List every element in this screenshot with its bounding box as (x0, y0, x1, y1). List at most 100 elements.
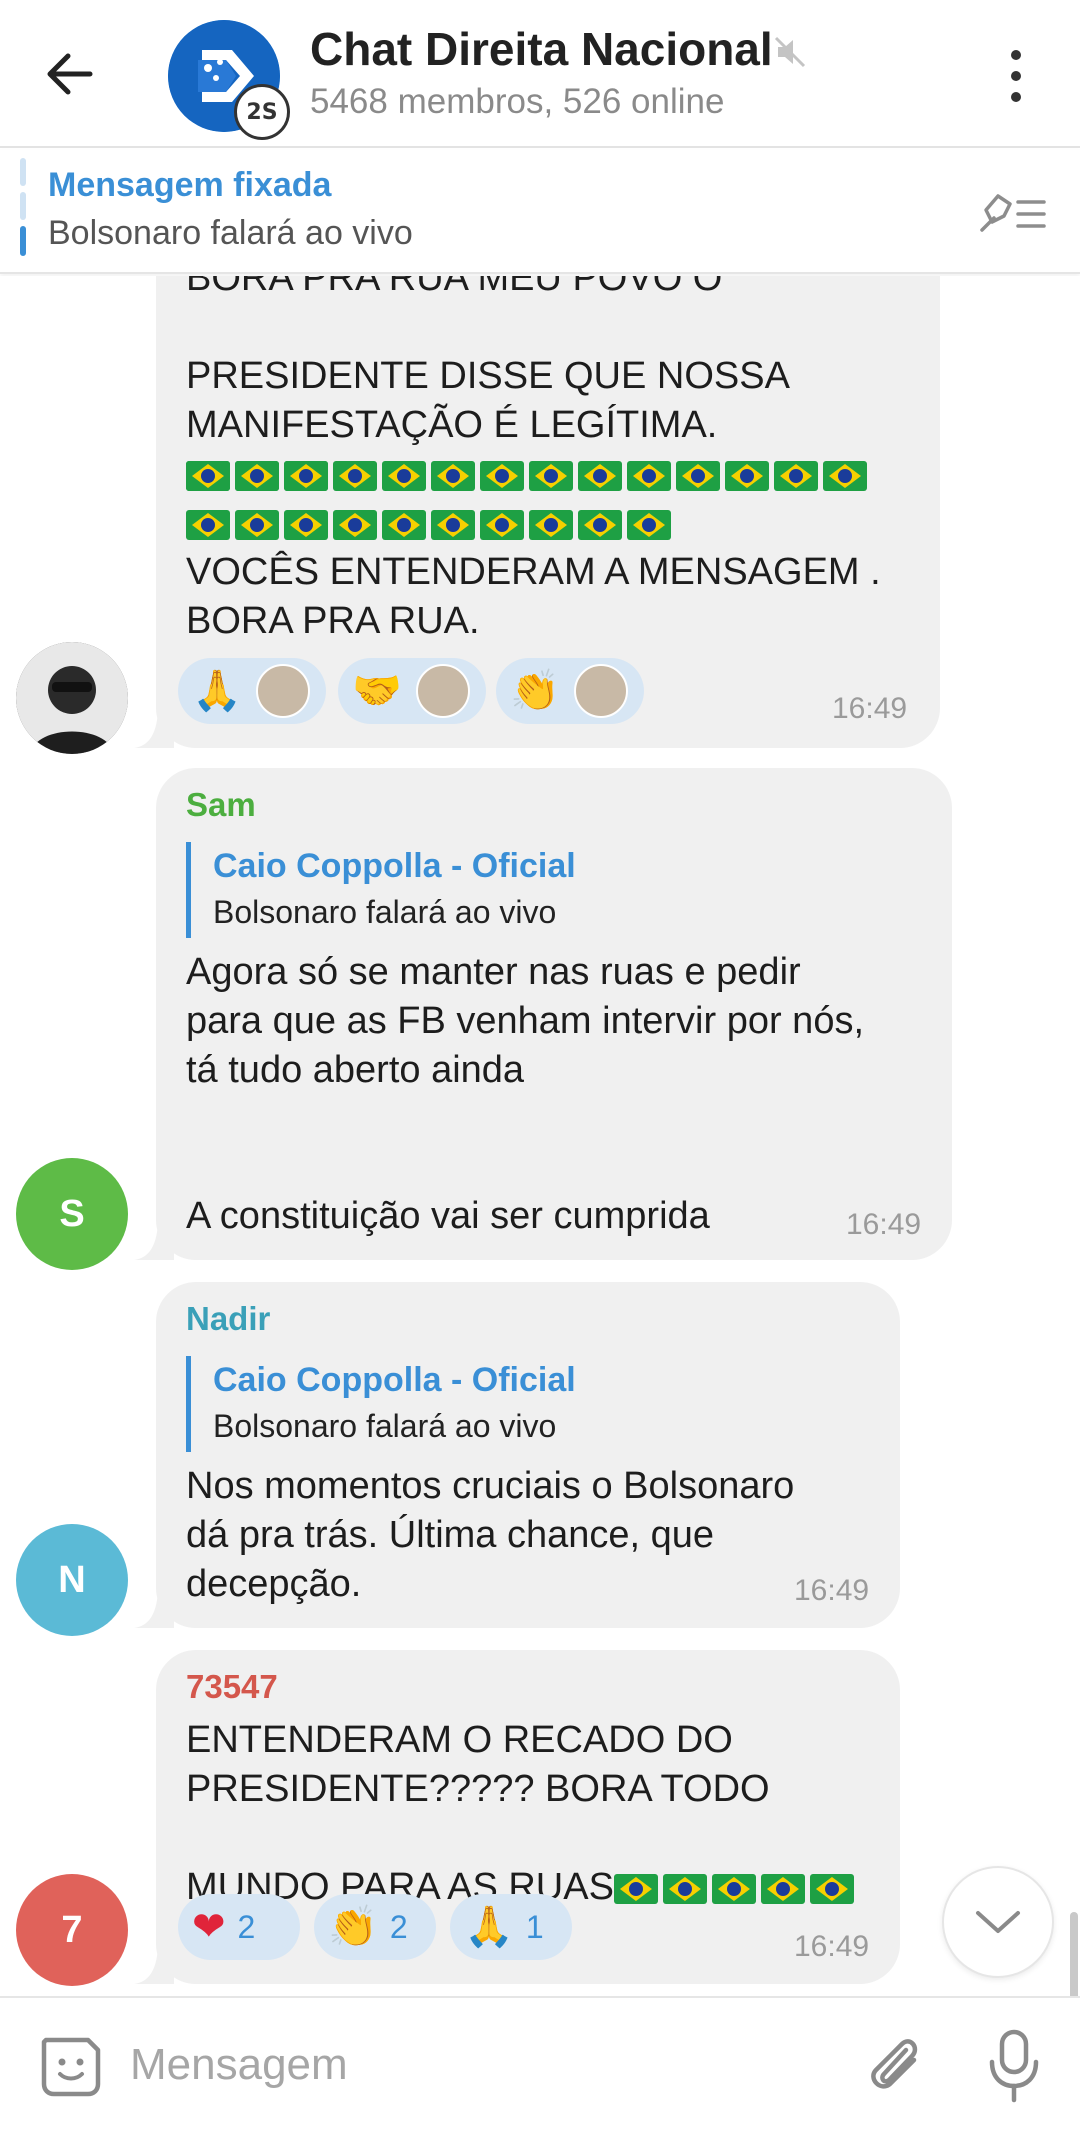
timer-badge: 2S (234, 84, 290, 140)
brazil-flag-icon (613, 1873, 658, 1904)
brazil-flag-icon (711, 1873, 756, 1904)
chat-header: 2S Chat Direita Nacional 5468 membros, 5… (0, 0, 1080, 148)
reaction-clap[interactable]: 👏 2 (314, 1894, 436, 1960)
brazil-flag-icon (774, 460, 818, 491)
dot-icon (1011, 71, 1021, 81)
message-time: 16:49 (846, 1208, 922, 1241)
more-menu-button[interactable] (996, 46, 1036, 106)
reaction-count: 2 (389, 1908, 408, 1945)
pin-list-icon[interactable] (978, 188, 1048, 238)
back-button[interactable] (38, 42, 102, 106)
reaction-handshake[interactable]: 🤝 (338, 658, 486, 724)
microphone-icon[interactable] (984, 2026, 1044, 2106)
brazil-flag-icon (823, 460, 867, 491)
reactor-avatar (415, 664, 470, 718)
handshake-icon: 🤝 (352, 668, 402, 714)
dot-icon (1011, 50, 1021, 60)
brazil-flag-icon (186, 509, 230, 540)
reactor-avatar (573, 664, 628, 718)
brazil-flag-icon (382, 509, 426, 540)
message-text: PRESIDENTE????? BORA TODO (186, 1768, 770, 1810)
reply-author: Caio Coppolla - Oficial (213, 1361, 576, 1399)
message-text: ENTENDERAM O RECADO DO (186, 1719, 733, 1761)
brazil-flag-icon (284, 509, 328, 540)
brazil-flag-icon (760, 1873, 805, 1904)
bubble-tail (134, 1948, 174, 1984)
pinned-title: Mensagem fixada (48, 166, 332, 204)
user-photo-icon (16, 642, 128, 754)
message-text: tá tudo aberto ainda (186, 1049, 525, 1091)
brazil-flag-icon (480, 509, 524, 540)
reaction-heart[interactable]: ❤ 2 (178, 1894, 300, 1960)
brazil-flag-icon (578, 509, 622, 540)
bubble-tail (134, 712, 174, 748)
reply-quote[interactable]: Caio Coppolla - Oficial Bolsonaro falará… (186, 842, 786, 938)
pray-icon: 🙏 (192, 668, 242, 714)
message-time: 16:49 (794, 1930, 870, 1963)
brazil-flag-icon (431, 509, 475, 540)
brazil-flag-icon (662, 1873, 707, 1904)
pinned-text: Bolsonaro falará ao vivo (48, 214, 413, 252)
bubble-tail (134, 1592, 174, 1628)
sender-name[interactable]: 73547 (186, 1668, 278, 1706)
sender-name[interactable]: Sam (186, 786, 256, 824)
chevron-down-icon (976, 1911, 1020, 1933)
clap-icon: 👏 (510, 668, 560, 714)
message-bubble[interactable]: Sam Caio Coppolla - Oficial Bolsonaro fa… (134, 768, 952, 1260)
message-list[interactable]: BORA PRA RUA MEU POVO O PRESIDENTE DISSE… (0, 276, 1080, 1996)
pray-icon: 🙏 (464, 1904, 514, 1950)
message-bubble[interactable]: BORA PRA RUA MEU POVO O PRESIDENTE DISSE… (134, 276, 940, 748)
heart-icon: ❤ (192, 1904, 226, 1950)
reaction-pray[interactable]: 🙏 (178, 658, 326, 724)
clap-icon: 👏 (328, 1904, 378, 1950)
pinned-message-bar[interactable]: Mensagem fixada Bolsonaro falará ao vivo (0, 150, 1080, 274)
user-avatar[interactable] (16, 642, 128, 754)
user-avatar[interactable]: 7 (16, 1874, 128, 1986)
brazil-flag-icon (809, 1873, 854, 1904)
flag-row (186, 450, 676, 548)
sticker-icon[interactable] (36, 2032, 106, 2102)
message-text: VOCÊS ENTENDERAM A MENSAGEM . (186, 551, 881, 593)
scroll-down-button[interactable] (942, 1866, 1054, 1978)
reaction-count: 2 (237, 1908, 256, 1945)
brazil-flag-icon (676, 460, 720, 491)
reactor-avatar (255, 664, 310, 718)
user-avatar[interactable]: N (16, 1524, 128, 1636)
reaction-clap[interactable]: 👏 (496, 658, 644, 724)
message-text: BORA PRA RUA MEU POVO O (186, 276, 723, 299)
message-text: A constituição vai ser cumprida (186, 1195, 710, 1237)
scrollbar-thumb[interactable] (1070, 1912, 1078, 1996)
message-time: 16:49 (832, 692, 908, 725)
brazil-flag-icon (333, 509, 377, 540)
reply-quote[interactable]: Caio Coppolla - Oficial Bolsonaro falará… (186, 1356, 786, 1452)
message-text: Agora só se manter nas ruas e pedir (186, 951, 801, 993)
chat-title[interactable]: Chat Direita Nacional (310, 22, 773, 76)
sender-name[interactable]: Nadir (186, 1300, 270, 1338)
brazil-flag-icon (235, 509, 279, 540)
dot-icon (1011, 92, 1021, 102)
message-input[interactable] (130, 2030, 830, 2100)
brazil-flag-icon (725, 460, 769, 491)
message-bubble[interactable]: Nadir Caio Coppolla - Oficial Bolsonaro … (134, 1282, 900, 1628)
user-avatar[interactable]: S (16, 1158, 128, 1270)
muted-icon (774, 36, 806, 68)
reply-text: Bolsonaro falará ao vivo (213, 1408, 557, 1444)
message-text: para que as FB venham intervir por nós, (186, 1000, 865, 1042)
message-bubble[interactable]: 73547 ENTENDERAM O RECADO DO PRESIDENTE?… (134, 1650, 900, 1984)
message-text: decepção. (186, 1563, 362, 1605)
message-text: Nos momentos cruciais o Bolsonaro (186, 1465, 795, 1507)
brazil-flag-icon (529, 509, 573, 540)
message-time: 16:49 (794, 1574, 870, 1607)
message-text: dá pra trás. Última chance, que (186, 1514, 715, 1556)
member-count: 5468 membros, 526 online (310, 82, 725, 121)
paperclip-icon[interactable] (862, 2028, 926, 2104)
reaction-pray[interactable]: 🙏 1 (450, 1894, 572, 1960)
reaction-count: 1 (525, 1908, 544, 1945)
reply-text: Bolsonaro falará ao vivo (213, 894, 557, 930)
message-text: BORA PRA RUA. (186, 600, 480, 642)
brazil-flag-icon (627, 509, 671, 540)
reply-author: Caio Coppolla - Oficial (213, 847, 576, 885)
pinned-indicator (20, 158, 26, 256)
bubble-tail (134, 1224, 174, 1260)
arrow-left-icon (47, 53, 93, 95)
